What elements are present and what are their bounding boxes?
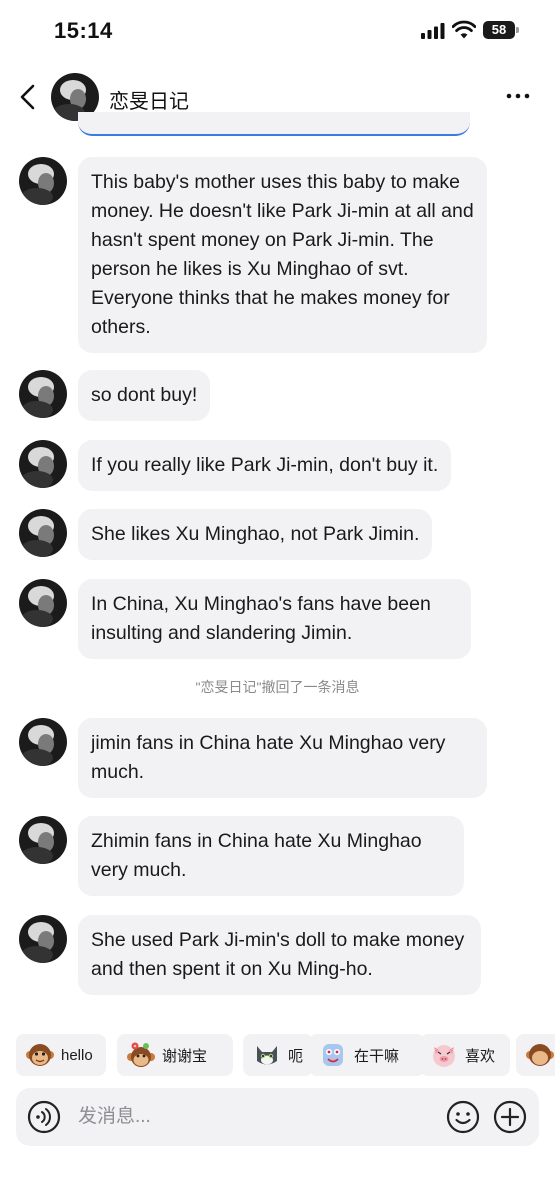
chat-screen: 15:14 58 恋旻日记 This baby's mother uses th… — [0, 0, 555, 1200]
avatar-image — [19, 157, 67, 205]
pig-emoji-icon — [433, 1045, 455, 1067]
status-time: 15:14 — [54, 18, 113, 43]
monkey-emoji-icon — [526, 1044, 554, 1066]
chat-title[interactable]: 恋旻日记 — [109, 85, 189, 114]
quick-reply-label: hello — [61, 1046, 93, 1064]
message-bubble[interactable]: She likes Xu Minghao, not Park Jimin. — [78, 509, 433, 560]
quick-reply-label: 喜欢 — [465, 1047, 496, 1065]
avatar-image — [19, 509, 67, 557]
message-bubble[interactable]: This baby's mother uses this baby to mak… — [78, 157, 487, 353]
quick-reply-hello[interactable]: hello — [16, 1034, 106, 1076]
plus-icon[interactable] — [493, 1100, 527, 1134]
sender-avatar[interactable] — [19, 509, 67, 557]
avatar-image — [19, 579, 67, 627]
quick-reply-label: 呃 — [288, 1047, 304, 1065]
battery-level: 58 — [483, 21, 515, 39]
quick-reply-label: 在干嘛 — [354, 1047, 400, 1065]
status-bar: 15:14 58 — [0, 0, 555, 62]
battery-icon: 58 — [483, 21, 519, 39]
message-bubble[interactable]: jimin fans in China hate Xu Minghao very… — [78, 718, 487, 798]
avatar-image — [19, 370, 67, 418]
message-bubble[interactable]: so dont buy! — [78, 370, 211, 421]
recall-notice: "恋旻日记"撤回了一条消息 — [195, 679, 360, 695]
avatar-image — [19, 440, 67, 488]
monkey-flower-emoji-icon — [127, 1042, 155, 1067]
cat-emoji-icon — [257, 1046, 277, 1065]
sender-avatar[interactable] — [19, 157, 67, 205]
sender-avatar[interactable] — [19, 579, 67, 627]
message-bubble[interactable]: She used Park Ji-min's doll to make mone… — [78, 915, 481, 995]
wifi-icon — [452, 20, 476, 39]
quick-reply-more[interactable] — [516, 1034, 555, 1076]
more-horizontal-icon[interactable] — [503, 84, 533, 108]
quick-reply-what-doing[interactable]: 在干嘛 — [309, 1034, 425, 1076]
message-input[interactable] — [78, 1100, 438, 1134]
avatar-image — [19, 915, 67, 963]
quick-reply-bar: hello 谢谢宝 呃 在干嘛 喜欢 — [16, 1034, 555, 1076]
battery-cap — [516, 27, 519, 33]
avatar-image — [19, 718, 67, 766]
sender-avatar[interactable] — [19, 915, 67, 963]
signal-icon — [421, 23, 445, 39]
smiley-icon[interactable] — [446, 1100, 480, 1134]
voice-icon[interactable] — [27, 1100, 61, 1134]
previous-message-fragment — [78, 112, 470, 136]
message-input-bar — [16, 1088, 539, 1146]
sender-avatar[interactable] — [19, 440, 67, 488]
sender-avatar[interactable] — [19, 816, 67, 864]
chevron-left-icon[interactable] — [16, 82, 40, 112]
quick-reply-thanks[interactable]: 谢谢宝 — [117, 1034, 233, 1076]
quick-reply-uh[interactable]: 呃 — [243, 1034, 313, 1076]
creature-emoji-icon — [323, 1044, 343, 1066]
avatar-image — [19, 816, 67, 864]
message-bubble[interactable]: In China, Xu Minghao's fans have been in… — [78, 579, 471, 659]
quick-reply-label: 谢谢宝 — [162, 1047, 208, 1065]
sender-avatar[interactable] — [19, 718, 67, 766]
monkey-emoji-icon — [26, 1044, 54, 1066]
message-bubble[interactable]: If you really like Park Ji-min, don't bu… — [78, 440, 452, 491]
sender-avatar[interactable] — [19, 370, 67, 418]
quick-reply-like[interactable]: 喜欢 — [420, 1034, 510, 1076]
message-bubble[interactable]: Zhimin fans in China hate Xu Minghao ver… — [78, 816, 464, 896]
